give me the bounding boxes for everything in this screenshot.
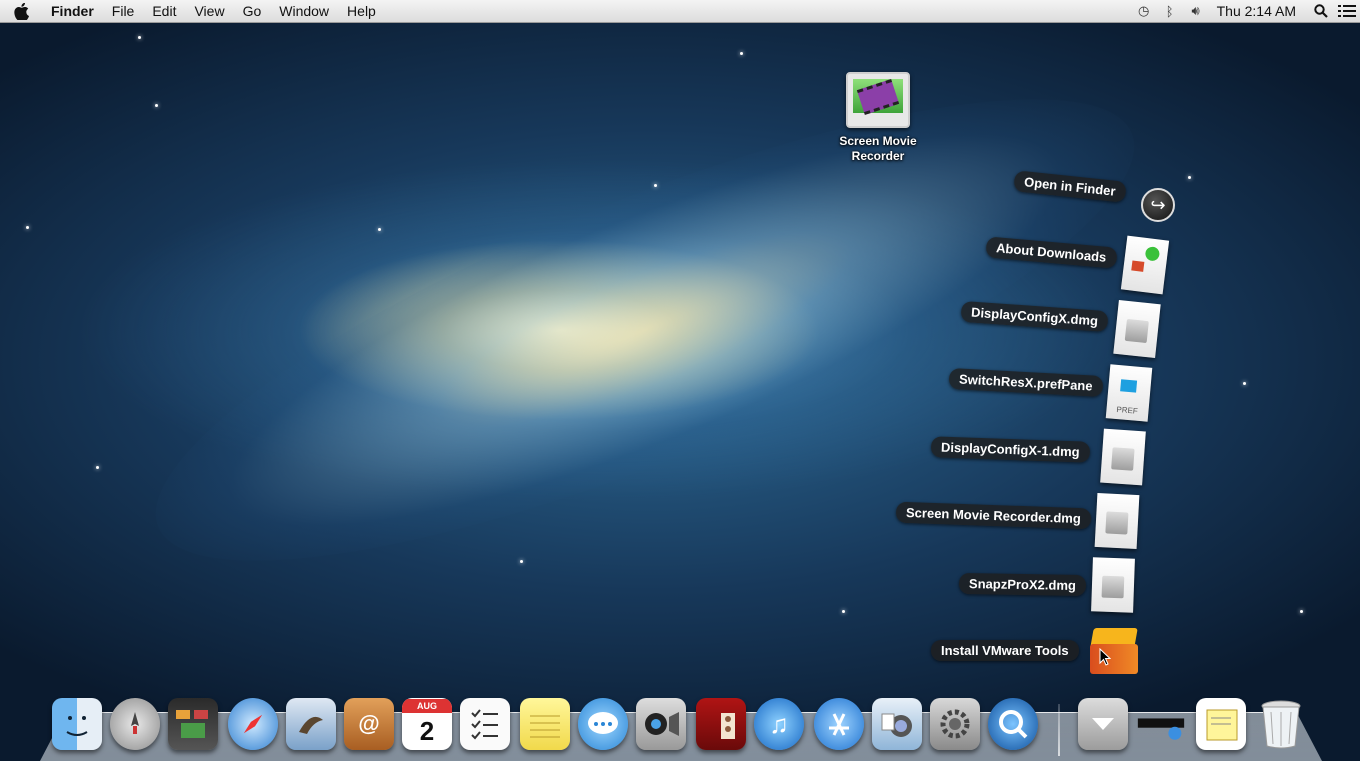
launchpad-icon[interactable]	[110, 698, 160, 750]
safari-icon[interactable]	[228, 698, 278, 750]
wallpaper-star	[155, 104, 158, 107]
downloads-stack-icon[interactable]	[1078, 698, 1128, 750]
menu-edit[interactable]: Edit	[143, 0, 185, 22]
documents-stack-icon[interactable]	[1196, 698, 1246, 750]
facetime-icon[interactable]	[636, 698, 686, 750]
mission-control-icon[interactable]	[168, 698, 218, 750]
calendar-icon[interactable]: AUG 2	[402, 698, 452, 750]
open-in-finder-arrow-icon[interactable]: ↪	[1141, 188, 1175, 222]
display-hardware-icon[interactable]	[1136, 698, 1186, 750]
wallpaper-star	[378, 228, 381, 231]
itunes-icon[interactable]: ♫	[754, 698, 804, 750]
menu-help[interactable]: Help	[338, 0, 385, 22]
finder-icon[interactable]	[52, 698, 102, 750]
notification-center-icon[interactable]	[1334, 0, 1360, 22]
menu-bar: Finder File Edit View Go Window Help ◷ ᛒ…	[0, 0, 1360, 23]
wallpaper-star	[654, 184, 657, 187]
prefpane-file-icon[interactable]: PREF	[1105, 364, 1153, 422]
bluetooth-icon[interactable]: ᛒ	[1157, 0, 1183, 22]
messages-icon[interactable]	[578, 698, 628, 750]
preview-icon[interactable]	[872, 698, 922, 750]
about-downloads-file-icon[interactable]	[1120, 235, 1170, 295]
menu-window[interactable]: Window	[270, 0, 338, 22]
wallpaper-star	[740, 52, 743, 55]
dock-separator	[1058, 704, 1060, 756]
dmg-disk-image-icon[interactable]	[1091, 557, 1135, 613]
trash-icon[interactable]	[1256, 698, 1306, 750]
menu-file[interactable]: File	[103, 0, 144, 22]
stack-item-label[interactable]: DisplayConfigX.dmg	[960, 300, 1109, 333]
mouse-cursor-icon	[1099, 648, 1111, 666]
menu-go[interactable]: Go	[234, 0, 271, 22]
system-preferences-icon[interactable]	[930, 698, 980, 750]
quicktime-icon[interactable]	[988, 698, 1038, 750]
wallpaper-star	[1188, 176, 1191, 179]
calendar-month-label: AUG	[402, 699, 452, 713]
mail-icon[interactable]	[286, 698, 336, 750]
wallpaper-star	[520, 560, 523, 563]
menu-view[interactable]: View	[185, 0, 233, 22]
time-machine-icon[interactable]: ◷	[1131, 0, 1157, 22]
spotlight-icon[interactable]	[1308, 0, 1334, 22]
stack-item-label[interactable]: DisplayConfigX-1.dmg	[930, 436, 1091, 463]
vmware-tools-package-icon[interactable]	[1088, 628, 1140, 676]
screen-movie-recorder-icon	[846, 72, 910, 128]
stack-item-label[interactable]: SnapzProX2.dmg	[958, 572, 1087, 597]
reminders-icon[interactable]	[460, 698, 510, 750]
wallpaper-star	[1243, 382, 1246, 385]
desktop-icon-screen-movie-recorder[interactable]: Screen Movie Recorder	[832, 72, 924, 164]
menu-app-name[interactable]: Finder	[42, 0, 103, 22]
photo-booth-icon[interactable]	[696, 698, 746, 750]
apple-menu-icon[interactable]	[12, 2, 30, 20]
notes-icon[interactable]	[520, 698, 570, 750]
wallpaper-star	[138, 36, 141, 39]
contacts-icon[interactable]: @	[344, 698, 394, 750]
wallpaper-galaxy	[109, 12, 1181, 648]
menu-clock[interactable]: Thu 2:14 AM	[1209, 3, 1308, 19]
dmg-disk-image-icon[interactable]	[1100, 428, 1146, 486]
dmg-disk-image-icon[interactable]	[1113, 299, 1161, 359]
desktop-icon-label: Screen Movie Recorder	[839, 134, 917, 163]
app-store-icon[interactable]	[814, 698, 864, 750]
wallpaper-star	[26, 226, 29, 229]
volume-icon[interactable]: 🔊︎	[1183, 0, 1209, 22]
calendar-day-label: 2	[419, 716, 435, 746]
stack-item-label[interactable]: Install VMware Tools	[931, 640, 1079, 661]
stack-item-label[interactable]: SwitchResX.prefPane	[948, 367, 1104, 398]
dmg-disk-image-icon[interactable]	[1094, 492, 1140, 550]
wallpaper-star	[96, 466, 99, 469]
stack-item-label[interactable]: Screen Movie Recorder.dmg	[895, 501, 1092, 530]
wallpaper-star	[842, 610, 845, 613]
wallpaper-star	[1300, 610, 1303, 613]
